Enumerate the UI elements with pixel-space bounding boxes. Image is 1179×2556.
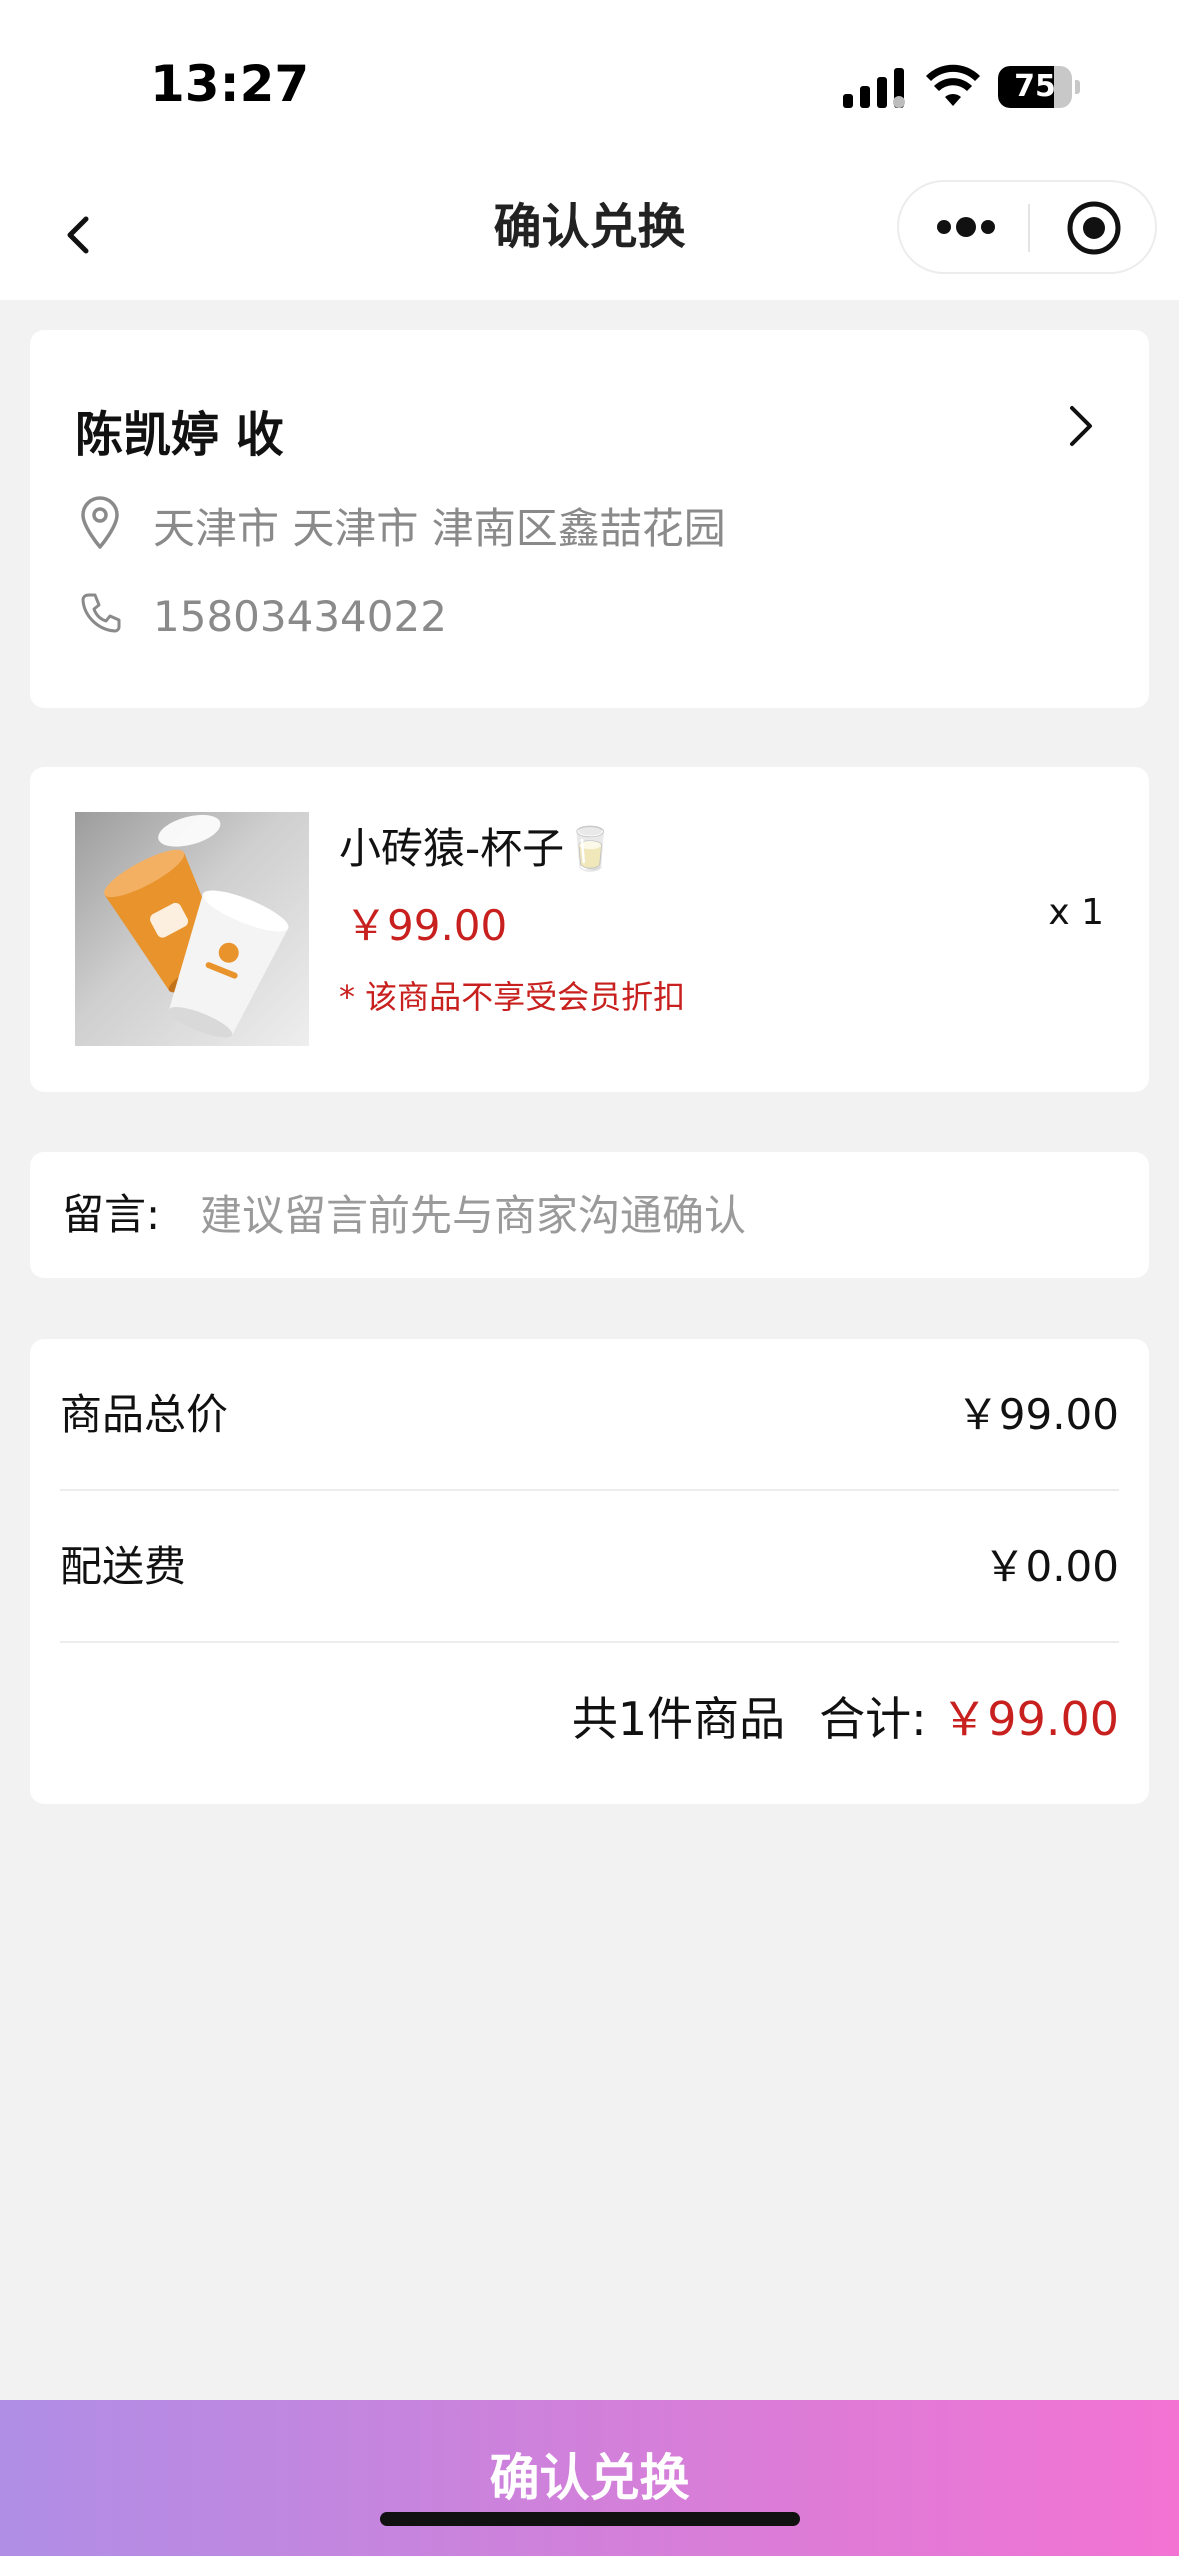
goods-total-row: 商品总价 ￥99.00 [60,1339,1119,1491]
chevron-right-icon[interactable] [1060,400,1100,452]
more-dots-icon[interactable] [934,209,998,245]
message-input[interactable] [200,1152,1100,1278]
status-bar: 13:27 75 [0,0,1179,175]
capsule-divider [1028,204,1030,252]
status-time: 13:27 [150,55,310,113]
item-count: 共1件商品 [571,1692,786,1746]
total-amount: ￥99.00 [941,1692,1119,1746]
product-title: 小砖猿-杯子🥛 [339,824,617,873]
message-card: 留言: [30,1152,1149,1278]
battery-level: 75 [1014,69,1056,104]
mini-program-capsule [897,180,1157,274]
shipping-label: 配送费 [60,1542,187,1591]
discount-note: * 该商品不享受会员折扣 [339,978,686,1016]
address-text: 天津市 天津市 津南区鑫喆花园 [153,504,726,553]
confirm-exchange-button[interactable]: 确认兑换 [0,2400,1179,2556]
home-indicator [380,2512,800,2526]
summary-card: 商品总价 ￥99.00 配送费 ￥0.00 共1件商品 合计: ￥99.00 [30,1339,1149,1804]
confirm-exchange-label: 确认兑换 [489,2449,690,2507]
address-card[interactable]: 陈凯婷 收 天津市 天津市 津南区鑫喆花园 15803434022 [30,330,1149,708]
nav-bar: 确认兑换 [0,175,1179,300]
recipient-name: 陈凯婷 收 [75,407,284,463]
phone-icon [81,593,121,633]
battery-indicator: 75 [998,66,1080,108]
order-total: 共1件商品 合计: ￥99.00 [572,1649,1119,1789]
signal-icon [843,68,905,108]
product-image[interactable] [75,812,309,1046]
goods-total-value: ￥99.00 [956,1390,1119,1439]
total-label: 合计: [819,1692,927,1746]
message-label: 留言: [62,1190,161,1239]
wifi-icon [926,64,980,106]
goods-card: 小砖猿-杯子🥛 ￥99.00 * 该商品不享受会员折扣 x 1 [30,767,1149,1092]
shipping-value: ￥0.00 [983,1542,1119,1591]
target-circle-icon[interactable] [1066,200,1122,256]
product-price: ￥99.00 [345,901,508,950]
product-quantity: x 1 [1048,892,1104,933]
phone-number: 15803434022 [153,592,447,641]
location-pin-icon [81,496,119,549]
goods-total-label: 商品总价 [60,1390,229,1439]
shipping-row: 配送费 ￥0.00 [60,1491,1119,1643]
